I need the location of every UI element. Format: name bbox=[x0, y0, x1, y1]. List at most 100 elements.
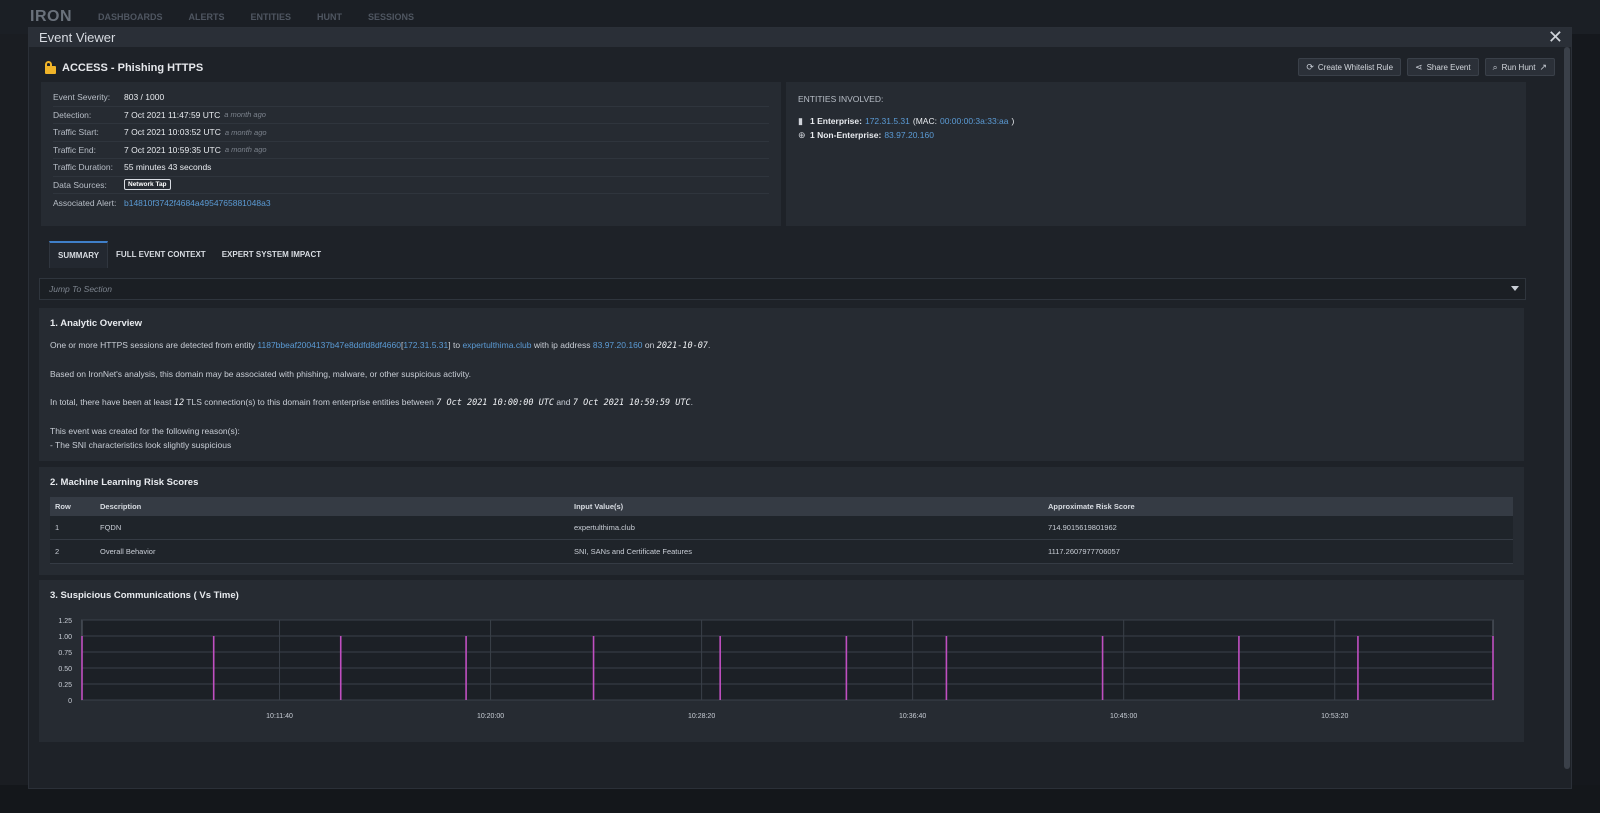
modal-header: Event Viewer ✕ bbox=[29, 28, 1571, 47]
duration-label: Traffic Duration: bbox=[53, 162, 113, 173]
jump-to-section-placeholder: Jump To Section bbox=[49, 284, 112, 294]
mac-prefix: (MAC: bbox=[912, 116, 937, 126]
traffic-start-value: 7 Oct 2021 10:03:52 UTC bbox=[124, 127, 221, 138]
modal-scrollbar[interactable] bbox=[1564, 47, 1570, 769]
associated-alert-label: Associated Alert: bbox=[53, 197, 117, 208]
entity-ip-link[interactable]: 172.31.5.31 bbox=[403, 340, 448, 350]
y-tick-label: 1.25 bbox=[58, 618, 72, 625]
run-hunt-label: Run Hunt bbox=[1501, 62, 1536, 72]
relative-time: a month ago bbox=[224, 110, 266, 120]
nav-sessions[interactable]: SESSIONS bbox=[368, 12, 414, 22]
tab-expert-system-impact[interactable]: EXPERT SYSTEM IMPACT bbox=[214, 241, 329, 268]
nav-alerts[interactable]: ALERTS bbox=[189, 12, 225, 22]
period: . bbox=[690, 397, 693, 407]
table-cell: expertulthima.club bbox=[569, 516, 1043, 540]
tab-summary[interactable]: SUMMARY bbox=[49, 241, 109, 268]
traffic-end-row: Traffic End: 7 Oct 2021 10:59:35 UTC a m… bbox=[53, 142, 769, 159]
table-cell: Overall Behavior bbox=[95, 539, 569, 564]
x-tick-label: 10:45:00 bbox=[1110, 713, 1137, 720]
overview-text: and bbox=[556, 397, 571, 407]
column-header: Input Value(s) bbox=[569, 497, 1043, 516]
non-enterprise-ip-link[interactable]: 83.97.20.160 bbox=[884, 130, 934, 140]
risk-scores-title: 2. Machine Learning Risk Scores bbox=[50, 477, 199, 488]
table-cell: FQDN bbox=[95, 516, 569, 540]
y-tick-label: 0.50 bbox=[58, 666, 72, 673]
enterprise-entity-row: ▮ 1 Enterprise: 172.31.5.31 (MAC: 00:00:… bbox=[798, 114, 1514, 128]
traffic-end-label: Traffic End: bbox=[53, 144, 96, 155]
traffic-start-row: Traffic Start: 7 Oct 2021 10:03:52 UTC a… bbox=[53, 124, 769, 142]
enterprise-label: 1 Enterprise: bbox=[810, 116, 862, 126]
communications-chart: 0 0.25 0.50 0.75 1.00 1.25 10:11:40 10:20:00 10:… bbox=[50, 610, 1513, 730]
relative-time: a month ago bbox=[224, 127, 267, 137]
y-tick-label: 1.00 bbox=[58, 634, 72, 641]
modal-title: Event Viewer bbox=[39, 30, 116, 45]
column-header: Row bbox=[50, 497, 95, 516]
nav-dashboards[interactable]: DASHBOARDS bbox=[98, 12, 163, 22]
device-icon: ▮ bbox=[798, 115, 803, 126]
y-tick-label: 0 bbox=[68, 698, 72, 705]
data-source-badge: Network Tap bbox=[124, 179, 171, 191]
suspicious-communications-title: 3. Suspicious Communications ( Vs Time) bbox=[50, 590, 239, 601]
enterprise-ip-link[interactable]: 172.31.5.31 bbox=[865, 116, 910, 126]
column-header: Approximate Risk Score bbox=[1043, 497, 1513, 516]
app-logo: IRON bbox=[30, 8, 72, 25]
event-actions: ⟳ Create Whitelist Rule ⋖ Share Event ⌕ … bbox=[1298, 58, 1555, 76]
associated-alert-link[interactable]: b14810f3742f4684a4954765881048a3 bbox=[124, 198, 271, 208]
create-whitelist-rule-button[interactable]: ⟳ Create Whitelist Rule bbox=[1298, 58, 1402, 76]
x-tick-label: 10:36:40 bbox=[899, 713, 926, 720]
period: . bbox=[707, 340, 711, 350]
severity-value: 803 / 1000 bbox=[124, 92, 165, 103]
traffic-end-value: 7 Oct 2021 10:59:35 UTC bbox=[124, 144, 221, 155]
close-icon[interactable]: ✕ bbox=[1548, 28, 1563, 46]
x-tick-label: 10:20:00 bbox=[477, 713, 504, 720]
external-link-icon: ↗ bbox=[1539, 61, 1547, 72]
mac-suffix: ) bbox=[1011, 116, 1015, 126]
globe-icon: ⊕ bbox=[798, 129, 806, 140]
entities-title: ENTITIES INVOLVED: bbox=[798, 94, 884, 104]
nav-entities[interactable]: ENTITIES bbox=[251, 12, 292, 22]
overview-paragraph-4: This event was created for the following… bbox=[50, 426, 240, 436]
table-row: 2 Overall Behavior SNI, SANs and Certifi… bbox=[50, 539, 1513, 564]
table-cell: 714.9015619801962 bbox=[1043, 516, 1513, 540]
severity-label: Event Severity: bbox=[53, 92, 111, 103]
unlocked-lock-icon bbox=[45, 61, 56, 74]
column-header: Description bbox=[95, 497, 569, 516]
duration-row: Traffic Duration: 55 minutes 43 seconds bbox=[53, 159, 769, 177]
overview-text: TLS connection(s) to this domain from en… bbox=[186, 397, 434, 407]
severity-row: Event Severity: 803 / 1000 bbox=[53, 89, 769, 107]
overview-paragraph-2: Based on IronNet's analysis, this domain… bbox=[50, 369, 471, 379]
risk-scores-section: 2. Machine Learning Risk Scores Row Desc… bbox=[39, 467, 1524, 575]
y-tick-label: 0.75 bbox=[58, 650, 72, 657]
run-hunt-button[interactable]: ⌕ Run Hunt ↗ bbox=[1484, 58, 1555, 76]
event-viewer-modal: Event Viewer ✕ ACCESS - Phishing HTTPS ⟳… bbox=[28, 27, 1572, 789]
table-cell: 1117.2607977706057 bbox=[1043, 539, 1513, 564]
share-icon: ⋖ bbox=[1415, 61, 1423, 72]
table-header-row: Row Description Input Value(s) Approxima… bbox=[50, 497, 1513, 516]
domain-link[interactable]: expertulthima.club bbox=[462, 340, 531, 350]
associated-alert-row: Associated Alert: b14810f3742f4684a49547… bbox=[53, 194, 769, 212]
search-icon: ⌕ bbox=[1492, 61, 1498, 72]
overview-text: with ip address bbox=[533, 340, 591, 350]
x-tick-label: 10:53:20 bbox=[1321, 713, 1348, 720]
tab-full-event-context[interactable]: FULL EVENT CONTEXT bbox=[108, 241, 214, 268]
background-sidebar bbox=[0, 34, 28, 813]
chevron-down-icon bbox=[1511, 286, 1519, 291]
risk-scores-table: Row Description Input Value(s) Approxima… bbox=[50, 497, 1513, 564]
overview-reason: - The SNI characteristics look slightly … bbox=[50, 440, 232, 450]
table-cell: 2 bbox=[50, 539, 95, 564]
overview-paragraph-3: In total, there have been at least 12 TL… bbox=[50, 395, 1513, 410]
suspicious-communications-section: 3. Suspicious Communications ( Vs Time) … bbox=[39, 580, 1524, 742]
x-tick-label: 10:28:20 bbox=[688, 713, 715, 720]
refresh-icon: ⟳ bbox=[1306, 61, 1314, 72]
mac-link[interactable]: 00:00:00:3a:33:aa bbox=[940, 116, 1009, 126]
share-event-button[interactable]: ⋖ Share Event bbox=[1407, 58, 1479, 76]
overview-paragraph-1: One or more HTTPS sessions are detected … bbox=[50, 338, 1513, 353]
nav-hunt[interactable]: HUNT bbox=[317, 12, 342, 22]
jump-to-section-select[interactable]: Jump To Section bbox=[39, 278, 1526, 300]
event-date: 2021-10-07 bbox=[656, 341, 708, 351]
domain-ip-link[interactable]: 83.97.20.160 bbox=[593, 340, 643, 350]
detection-label: Detection: bbox=[53, 109, 92, 120]
entity-id-link[interactable]: 1187bbeaf2004137b47e8ddfd8df4660 bbox=[257, 340, 401, 350]
overview-text: In total, there have been at least bbox=[50, 397, 172, 407]
duration-value: 55 minutes 43 seconds bbox=[124, 162, 212, 173]
